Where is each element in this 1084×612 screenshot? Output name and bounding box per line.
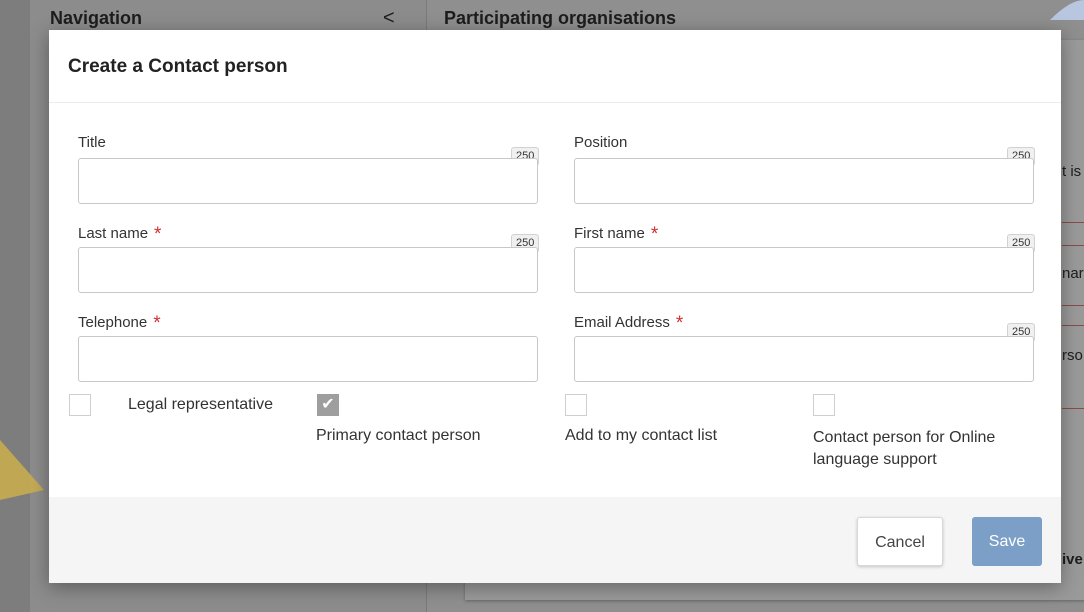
email-label-text: Email Address — [574, 314, 670, 331]
required-asterisk: * — [153, 313, 161, 334]
save-button[interactable]: Save — [972, 517, 1042, 566]
dialog-title: Create a Contact person — [68, 56, 288, 77]
decorative-shape-blue — [1050, 0, 1084, 20]
background-text-snippet: rso — [1062, 347, 1083, 364]
background-divider — [1062, 408, 1084, 409]
primary-contact-label: Primary contact person — [316, 427, 481, 444]
primary-contact-checkbox[interactable]: ✔ — [317, 394, 339, 416]
navigation-title: Navigation — [50, 8, 143, 28]
first-name-input[interactable] — [574, 247, 1034, 293]
required-asterisk: * — [154, 224, 162, 245]
decorative-shape-yellow — [0, 440, 44, 500]
first-name-label: First name * — [574, 222, 659, 245]
checkmark-icon: ✔ — [321, 396, 335, 413]
position-label-text: Position — [574, 134, 628, 151]
background-text-snippet: ive — [1062, 551, 1083, 568]
background-divider — [1062, 245, 1084, 246]
background-divider — [1062, 305, 1084, 306]
background-divider — [1062, 222, 1084, 223]
email-label: Email Address * — [574, 311, 684, 334]
telephone-label-text: Telephone — [78, 314, 148, 331]
legal-representative-checkbox[interactable] — [69, 394, 91, 416]
cancel-button[interactable]: Cancel — [857, 517, 943, 566]
create-contact-dialog: Create a Contact person Title 250 Positi… — [49, 30, 1061, 583]
telephone-label: Telephone * — [78, 311, 161, 334]
last-name-label-text: Last name — [78, 225, 149, 242]
telephone-input[interactable] — [78, 336, 538, 382]
collapse-nav-chevron-icon[interactable]: < — [383, 7, 395, 30]
main-title: Participating organisations — [444, 8, 677, 28]
background-text-snippet: t is — [1062, 163, 1082, 180]
position-input[interactable] — [574, 158, 1034, 204]
background-text-snippet: nar — [1062, 265, 1084, 282]
add-to-contact-list-checkbox[interactable] — [565, 394, 587, 416]
background-divider — [1062, 325, 1084, 326]
email-input[interactable] — [574, 336, 1034, 382]
last-name-input[interactable] — [78, 247, 538, 293]
online-language-support-checkbox[interactable] — [813, 394, 835, 416]
title-input[interactable] — [78, 158, 538, 204]
required-asterisk: * — [675, 313, 684, 334]
title-label: Title — [78, 134, 106, 151]
last-name-label: Last name * — [78, 222, 162, 245]
first-name-label-text: First name — [574, 225, 645, 242]
position-label: Position — [574, 134, 627, 151]
app-left-strip — [0, 0, 30, 612]
required-asterisk: * — [650, 224, 659, 245]
online-language-support-label: Contact person for Online language suppo… — [813, 429, 996, 468]
legal-representative-label: Legal representative — [128, 396, 273, 413]
title-label-text: Title — [78, 134, 106, 151]
add-to-contact-list-label: Add to my contact list — [565, 427, 718, 444]
